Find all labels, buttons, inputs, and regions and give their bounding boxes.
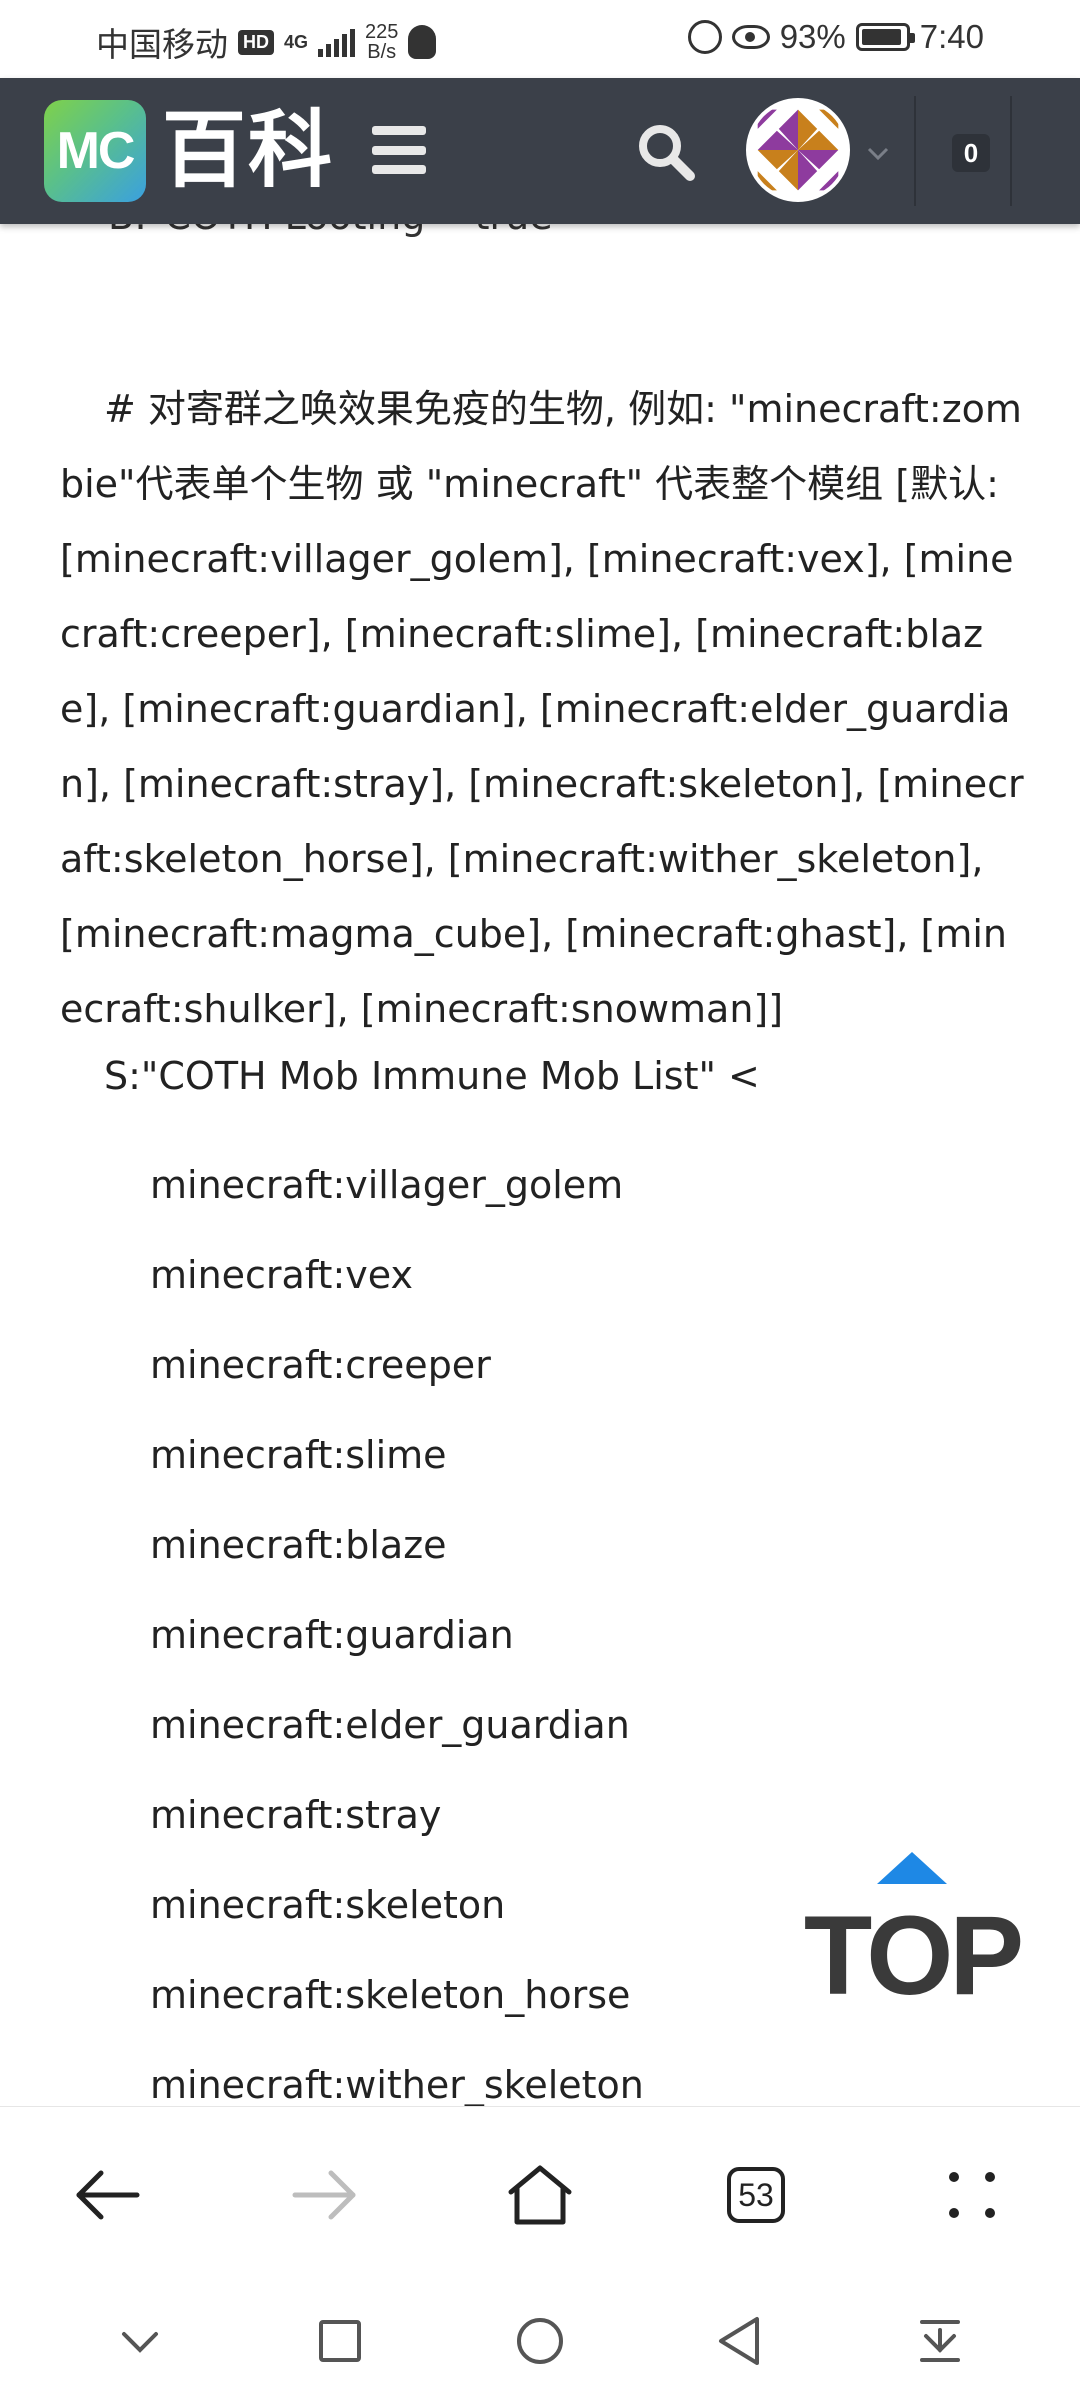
square-icon <box>319 2320 361 2362</box>
more-button[interactable] <box>922 2145 1022 2245</box>
notification-badge[interactable]: 0 <box>952 134 990 172</box>
list-item: minecraft:vex <box>150 1253 413 1297</box>
list-item: minecraft:villager_golem <box>150 1163 624 1207</box>
site-title[interactable]: 百科 <box>162 100 334 200</box>
list-item: minecraft:guardian <box>150 1613 514 1657</box>
mc-logo[interactable]: MC <box>44 100 146 202</box>
eye-comfort-icon <box>731 25 770 49</box>
list-item: minecraft:stray <box>150 1793 442 1837</box>
mob-list: minecraft:villager_golem minecraft:vex m… <box>150 1140 644 2106</box>
back-button[interactable] <box>58 2145 158 2245</box>
speed-value: 225 <box>365 21 399 43</box>
home-icon <box>508 2165 572 2225</box>
config-key-line: S:"COTH Mob Immune Mob List" < <box>104 1054 760 1098</box>
home-nav-button[interactable] <box>500 2301 580 2381</box>
chevron-down-icon[interactable] <box>866 142 890 166</box>
home-button[interactable] <box>490 2145 590 2245</box>
more-dots-icon <box>949 2172 995 2218</box>
arrow-right-icon <box>292 2170 356 2220</box>
pull-down-icon <box>920 2320 960 2362</box>
config-comment: # 对寄群之唤效果免疫的生物, 例如: "minecraft:zombie"代表… <box>60 387 1024 1031</box>
avatar[interactable] <box>746 98 850 202</box>
circle-icon <box>517 2318 563 2364</box>
hide-nav-button[interactable] <box>100 2301 180 2381</box>
system-nav-bar <box>0 2282 1080 2400</box>
carrier-name: 中国移动 <box>96 26 228 63</box>
arrow-left-icon <box>76 2170 140 2220</box>
list-item: minecraft:slime <box>150 1433 447 1477</box>
list-item: minecraft:skeleton <box>150 1883 506 1927</box>
list-item: minecraft:elder_guardian <box>150 1703 630 1747</box>
battery-fill <box>861 29 901 45</box>
recents-button[interactable] <box>300 2301 380 2381</box>
hd-badge: HD <box>238 29 274 55</box>
status-bar: 中国移动 HD 4G 225 B/s 93% 7:40 <box>0 0 1080 78</box>
up-arrow-icon <box>877 1852 947 1884</box>
clock: 7:40 <box>919 18 984 55</box>
status-left: 中国移动 HD 4G 225 B/s <box>96 18 437 66</box>
back-to-top-button[interactable]: TOP <box>802 1852 1022 2002</box>
battery-percent: 93% <box>779 18 846 55</box>
triangle-back-icon <box>719 2317 759 2365</box>
header-divider <box>1010 96 1012 206</box>
network-type: 4G <box>284 31 309 52</box>
forward-button[interactable] <box>274 2145 374 2245</box>
top-label: TOP <box>804 1893 1021 2002</box>
list-item: minecraft:wither_skeleton <box>150 2063 644 2106</box>
back-nav-button[interactable] <box>700 2301 780 2381</box>
search-icon[interactable] <box>636 122 696 182</box>
avatar-pattern-icon <box>750 102 846 198</box>
browser-toolbar: 53 <box>0 2106 1080 2283</box>
battery-icon <box>855 23 915 51</box>
status-right: 93% 7:40 <box>687 18 984 56</box>
data-saver-icon <box>687 20 722 54</box>
config-line-partial: B:"COTH Looting"=true <box>108 224 553 238</box>
signal-icon <box>318 27 356 57</box>
speed-unit: B/s <box>367 41 397 63</box>
article-content: B:"COTH Looting"=true # 对寄群之唤效果免疫的生物, 例如… <box>0 224 1080 2106</box>
qq-icon <box>408 25 437 59</box>
network-speed: 225 B/s <box>365 22 398 62</box>
menu-icon[interactable] <box>372 126 426 174</box>
list-item: minecraft:blaze <box>150 1523 447 1567</box>
notification-pull-button[interactable] <box>900 2301 980 2381</box>
list-item: minecraft:skeleton_horse <box>150 1973 631 2017</box>
header-divider <box>914 96 916 206</box>
tabs-button[interactable]: 53 <box>706 2145 806 2245</box>
site-header: MC 百科 0 <box>0 78 1080 224</box>
list-item: minecraft:creeper <box>150 1343 491 1387</box>
tabs-count: 53 <box>727 2167 785 2223</box>
chevron-down-icon <box>122 2332 158 2353</box>
